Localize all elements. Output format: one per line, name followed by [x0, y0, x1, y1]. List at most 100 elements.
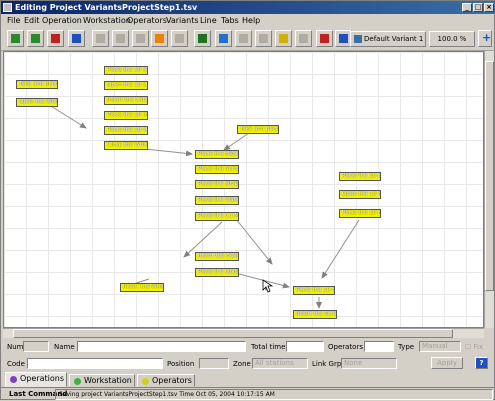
zoom-level[interactable]: 100.0 % — [429, 31, 475, 47]
zone-select[interactable]: All stations — [252, 358, 308, 369]
menu-edit[interactable]: Edit — [24, 15, 40, 26]
zoom-in-button[interactable]: + — [478, 30, 492, 47]
num-field[interactable] — [23, 341, 49, 352]
copy-icon — [116, 34, 125, 43]
total-time-field[interactable] — [286, 341, 324, 352]
menu-tabs[interactable]: Tabs — [221, 15, 239, 26]
last-command-message: Saving project VariantsProjectStep1.tsv … — [55, 389, 493, 400]
operation-node[interactable]: Insert the Screw — [293, 310, 337, 319]
position-field[interactable] — [199, 358, 229, 369]
operation-node[interactable]: Open the White — [16, 98, 58, 107]
unlink-icon — [299, 34, 308, 43]
link-group-select[interactable]: None — [341, 358, 397, 369]
select-icon — [219, 34, 228, 43]
operators-field[interactable] — [364, 341, 394, 352]
horizontal-scrollbar[interactable] — [3, 328, 484, 338]
horizontal-scroll-thumb[interactable] — [13, 329, 453, 338]
save-as-button[interactable] — [47, 30, 64, 47]
variant-selector[interactable]: Default Variant 1 — [350, 31, 426, 47]
tab-bar: Operations Workstation Operators — [1, 372, 495, 387]
zone-label: Zone — [233, 360, 251, 368]
connect-button[interactable] — [235, 30, 252, 47]
operation-node[interactable]: Place the 10 ch — [339, 172, 381, 181]
operation-node[interactable]: Take and place — [237, 125, 279, 134]
disconnect-button[interactable] — [255, 30, 272, 47]
tab-operations-label: Operations — [20, 374, 64, 383]
operation-node[interactable]: Place the silver — [195, 180, 239, 189]
code-field[interactable] — [27, 358, 163, 369]
precedence-graph-canvas[interactable]: Take and place Open the White Place the 10… — [3, 51, 484, 328]
tab-operations[interactable]: Operations — [5, 372, 67, 387]
help-button[interactable]: ? — [475, 357, 488, 369]
tab-workstation[interactable]: Workstation — [69, 374, 135, 387]
graph-edges — [45, 102, 360, 309]
menu-workstation[interactable]: Workstation — [83, 15, 131, 26]
operation-node[interactable]: Close the White — [104, 141, 148, 150]
search-icon — [198, 34, 207, 43]
close-button[interactable]: × — [484, 3, 494, 12]
operation-node[interactable]: Place the 10 ch — [104, 66, 148, 75]
type-select[interactable]: Manual — [419, 341, 461, 352]
link-group-label: Link Grp — [312, 360, 342, 368]
zoom-icon — [155, 34, 164, 43]
menu-help[interactable]: Help — [242, 15, 260, 26]
operation-node[interactable]: Place the Quick — [195, 268, 239, 277]
operation-node[interactable]: Place the 10 ml — [104, 111, 148, 120]
grid-icon — [320, 34, 329, 43]
vertical-scroll-thumb[interactable] — [485, 61, 494, 291]
plus-icon: + — [482, 31, 492, 44]
menu-operation[interactable]: Operation — [42, 15, 82, 26]
save-button[interactable] — [27, 30, 44, 47]
cut-button[interactable] — [92, 30, 109, 47]
status-bar: Last Command Saving project VariantsProj… — [1, 387, 495, 401]
search-button[interactable] — [194, 30, 211, 47]
name-field[interactable] — [77, 341, 246, 352]
paste-icon — [136, 34, 145, 43]
window-title: Editing Project VariantsProjectStep1.tsv — [15, 3, 198, 12]
operation-node[interactable]: Place the 10 ch — [293, 286, 335, 295]
link-button[interactable] — [275, 30, 292, 47]
maximize-button[interactable]: □ — [473, 3, 483, 12]
menu-line[interactable]: Line — [200, 15, 217, 26]
app-window: Editing Project VariantsProjectStep1.tsv… — [0, 0, 495, 400]
menu-variants[interactable]: Variants — [166, 15, 199, 26]
code-label: Code — [7, 360, 25, 368]
tab-operators[interactable]: Operators — [137, 374, 195, 387]
new-icon — [11, 34, 20, 43]
undo-button[interactable] — [68, 30, 85, 47]
total-time-label: Total time — [251, 343, 286, 351]
apply-button[interactable]: Apply — [431, 357, 463, 369]
copy-button[interactable] — [112, 30, 129, 47]
connect-icon — [239, 34, 248, 43]
paste-button[interactable] — [132, 30, 149, 47]
zoom-button[interactable] — [151, 30, 168, 47]
operation-node[interactable]: Open the 10 ch — [339, 190, 381, 199]
operation-node[interactable]: Take and place — [16, 80, 58, 89]
minimize-button[interactable]: _ — [462, 3, 472, 12]
operation-node[interactable]: Place the Wats — [195, 196, 239, 205]
unlink-button[interactable] — [295, 30, 312, 47]
select-button[interactable] — [215, 30, 232, 47]
operation-node[interactable]: Place the Cu M — [195, 212, 239, 221]
cut-icon — [96, 34, 105, 43]
operation-node[interactable]: Place the Scroll — [195, 165, 239, 174]
menu-file[interactable]: File — [7, 15, 20, 26]
grid-button[interactable] — [316, 30, 333, 47]
fix-label: Fix — [473, 343, 484, 351]
operation-node[interactable]: Place the 10 ml — [339, 209, 381, 218]
fix-checkbox[interactable]: ☐ Fix — [465, 343, 483, 351]
operation-node[interactable]: Place the 10 ch — [104, 126, 148, 135]
operations-dot-icon — [10, 376, 17, 383]
app-icon — [3, 3, 12, 12]
vertical-scrollbar[interactable] — [484, 51, 494, 328]
operation-node[interactable]: Insert the Beals — [195, 252, 239, 261]
operation-node[interactable]: Open the 10 ch — [104, 81, 148, 90]
menu-operators[interactable]: Operators — [127, 15, 167, 26]
num-label: Num — [7, 343, 24, 351]
delete-button[interactable] — [171, 30, 188, 47]
operation-node[interactable]: Place the Heats — [195, 150, 239, 159]
operation-node[interactable]: Insert the Cable — [104, 96, 148, 105]
operation-node[interactable]: Insert the White — [120, 283, 164, 292]
new-button[interactable] — [7, 30, 24, 47]
workstation-dot-icon — [74, 378, 81, 385]
